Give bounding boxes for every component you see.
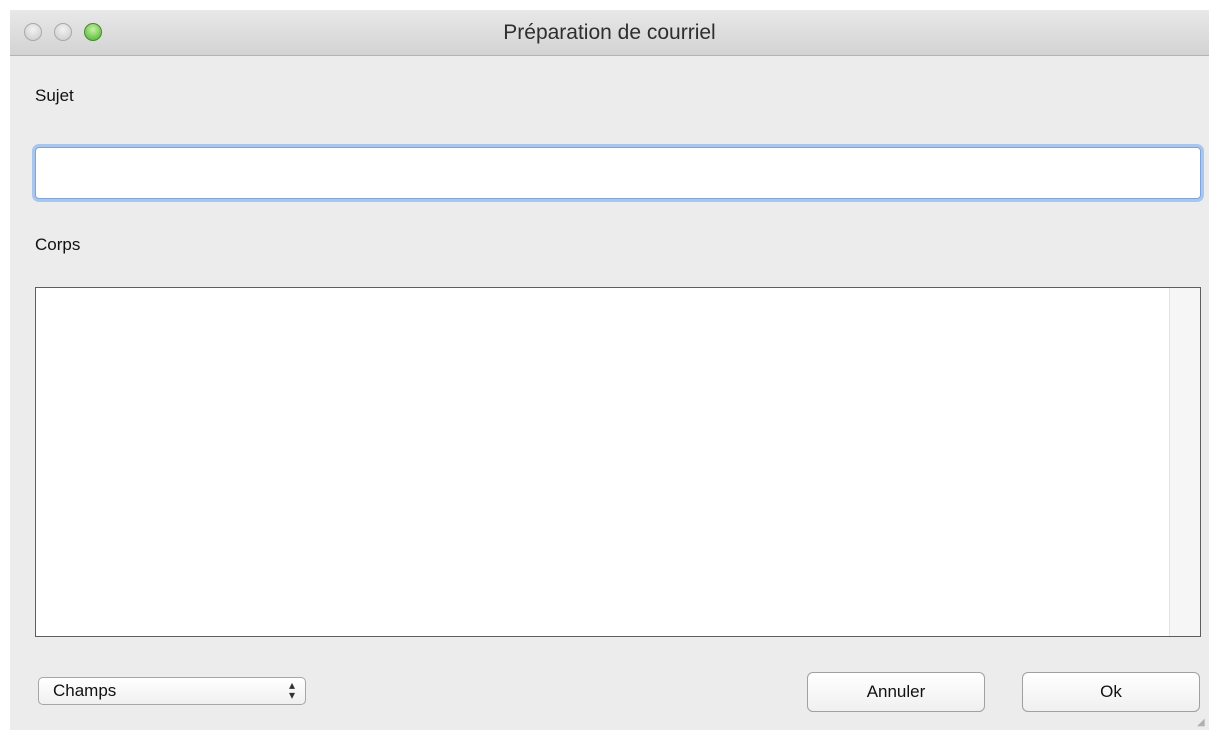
zoom-icon[interactable] — [84, 23, 102, 41]
fields-select-value: Champs — [53, 681, 117, 700]
cancel-button[interactable]: Annuler — [807, 672, 985, 712]
updown-chevron-icon: ▴ ▾ — [288, 678, 295, 702]
ok-button[interactable]: Ok — [1022, 672, 1200, 712]
minimize-icon[interactable] — [54, 23, 72, 41]
subject-label: Sujet — [35, 86, 74, 105]
dialog-window: Préparation de courriel Sujet Corps Cham… — [10, 10, 1209, 730]
body-editor[interactable] — [35, 287, 1201, 637]
fields-select[interactable]: Champs ▴ ▾ — [38, 677, 306, 705]
body-label: Corps — [35, 235, 81, 254]
close-icon[interactable] — [24, 23, 42, 41]
body-textarea[interactable] — [36, 288, 1169, 636]
title-bar[interactable]: Préparation de courriel — [10, 10, 1209, 56]
window-title: Préparation de courriel — [503, 21, 716, 44]
subject-input[interactable] — [35, 147, 1201, 199]
resize-grip-icon[interactable]: ◢ — [1197, 718, 1207, 728]
body-scrollbar[interactable] — [1169, 288, 1200, 636]
